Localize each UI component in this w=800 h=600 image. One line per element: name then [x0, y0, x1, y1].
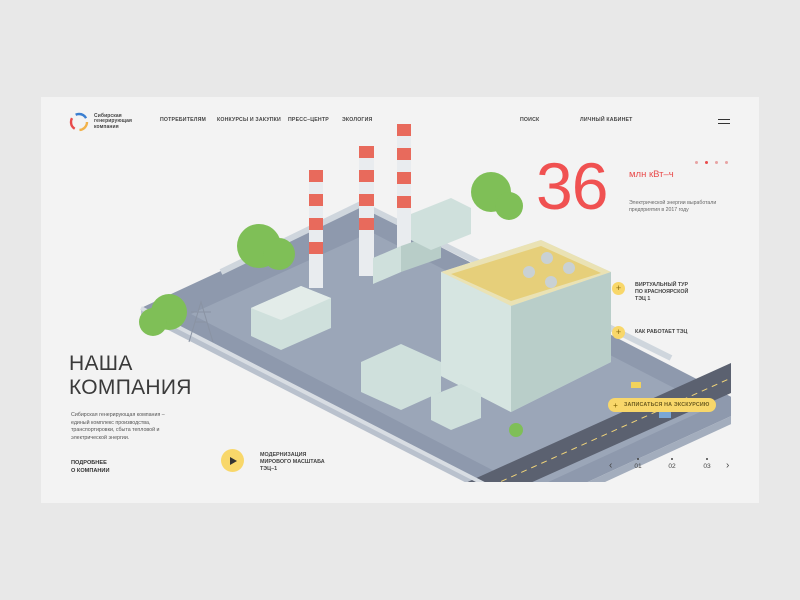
page-1[interactable]: 01 [631, 458, 645, 470]
nav-item-tenders[interactable]: КОНКУРСЫ И ЗАКУПКИ [217, 117, 281, 123]
page-dot [637, 458, 639, 460]
excursion-signup-button[interactable]: + ЗАПИСАТЬСЯ НА ЭКСКУРСИЮ [608, 398, 716, 412]
menu-burger-icon[interactable] [718, 119, 730, 124]
plus-icon: + [613, 400, 618, 410]
nav-personal-cabinet[interactable]: ЛИЧНЫЙ КАБИНЕТ [580, 117, 633, 123]
play-icon [229, 456, 237, 465]
next-arrow-icon[interactable]: › [726, 461, 729, 471]
page-dot [706, 458, 708, 460]
page-3-label: 03 [703, 463, 711, 470]
page-3[interactable]: 03 [700, 458, 714, 470]
title-line-2: КОМПАНИЯ [69, 376, 192, 399]
more-line-2: О КОМПАНИИ [71, 467, 110, 474]
slider-dot[interactable] [695, 161, 698, 164]
page-title: НАША КОМПАНИЯ [69, 352, 192, 400]
tour-line-3: ТЭЦ 1 [635, 296, 651, 302]
logo-line-3: компания [94, 123, 119, 130]
stat-description: Электрической энергии выработали предпри… [629, 200, 717, 213]
video-line-2: МИРОВОГО МАСШТАБА [260, 459, 325, 465]
slider-dot-active[interactable] [705, 161, 708, 164]
plus-icon: + [612, 282, 625, 295]
prev-arrow-icon[interactable]: ‹ [609, 461, 612, 471]
tour-line-2: ПО КРАСНОЯРСКОЙ [635, 289, 689, 295]
stat-number: 36 [536, 149, 608, 223]
company-description: Сибирская генерирующая компания – единый… [71, 412, 165, 441]
play-video-button[interactable] [221, 449, 244, 472]
page-2-label: 02 [668, 463, 676, 470]
plus-icon: + [612, 326, 625, 339]
stat-unit: млн кВт–ч [629, 169, 674, 180]
page-dot [671, 458, 673, 460]
nav-search[interactable]: ПОИСК [520, 117, 539, 123]
tour-line-1: ВИРТУАЛЬНЫЙ ТУР [635, 282, 688, 288]
video-label[interactable]: МОДЕРНИЗАЦИЯ МИРОВОГО МАСШТАБА ТЭЦ–1 [260, 452, 325, 473]
excursion-signup-label: ЗАПИСАТЬСЯ НА ЭКСКУРСИЮ [624, 402, 710, 408]
nav-item-consumers[interactable]: ПОТРЕБИТЕЛЯМ [160, 117, 206, 123]
nav-item-ecology[interactable]: ЭКОЛОГИЯ [342, 117, 372, 123]
page-canvas: Сибирская генерирующая компания ПОТРЕБИТ… [41, 97, 759, 503]
more-about-company-link[interactable]: ПОДРОБНЕЕ О КОМПАНИИ [71, 460, 109, 475]
logo-text: Сибирская генерирующая компания [94, 113, 132, 131]
title-line-1: НАША [69, 352, 133, 375]
hotspot-how-it-works[interactable]: + КАК РАБОТАЕТ ТЭЦ [612, 326, 687, 339]
hotspot-how-it-works-label: КАК РАБОТАЕТ ТЭЦ [635, 329, 688, 335]
page-1-label: 01 [634, 463, 642, 470]
more-line-1: ПОДРОБНЕЕ [71, 460, 107, 466]
stat-slider-dots [695, 161, 728, 164]
hotspot-virtual-tour[interactable]: + ВИРТУАЛЬНЫЙ ТУР ПО КРАСНОЯРСКОЙ ТЭЦ 1 [612, 282, 688, 303]
nav-item-press-center[interactable]: ПРЕСС–ЦЕНТР [288, 117, 329, 123]
hotspot-virtual-tour-label: ВИРТУАЛЬНЫЙ ТУР ПО КРАСНОЯРСКОЙ ТЭЦ 1 [635, 282, 688, 303]
video-line-1: МОДЕРНИЗАЦИЯ [260, 452, 307, 458]
video-line-3: ТЭЦ–1 [260, 466, 278, 472]
slider-dot[interactable] [725, 161, 728, 164]
page-2[interactable]: 02 [665, 458, 679, 470]
slider-dot[interactable] [715, 161, 718, 164]
logo-icon [69, 112, 89, 132]
